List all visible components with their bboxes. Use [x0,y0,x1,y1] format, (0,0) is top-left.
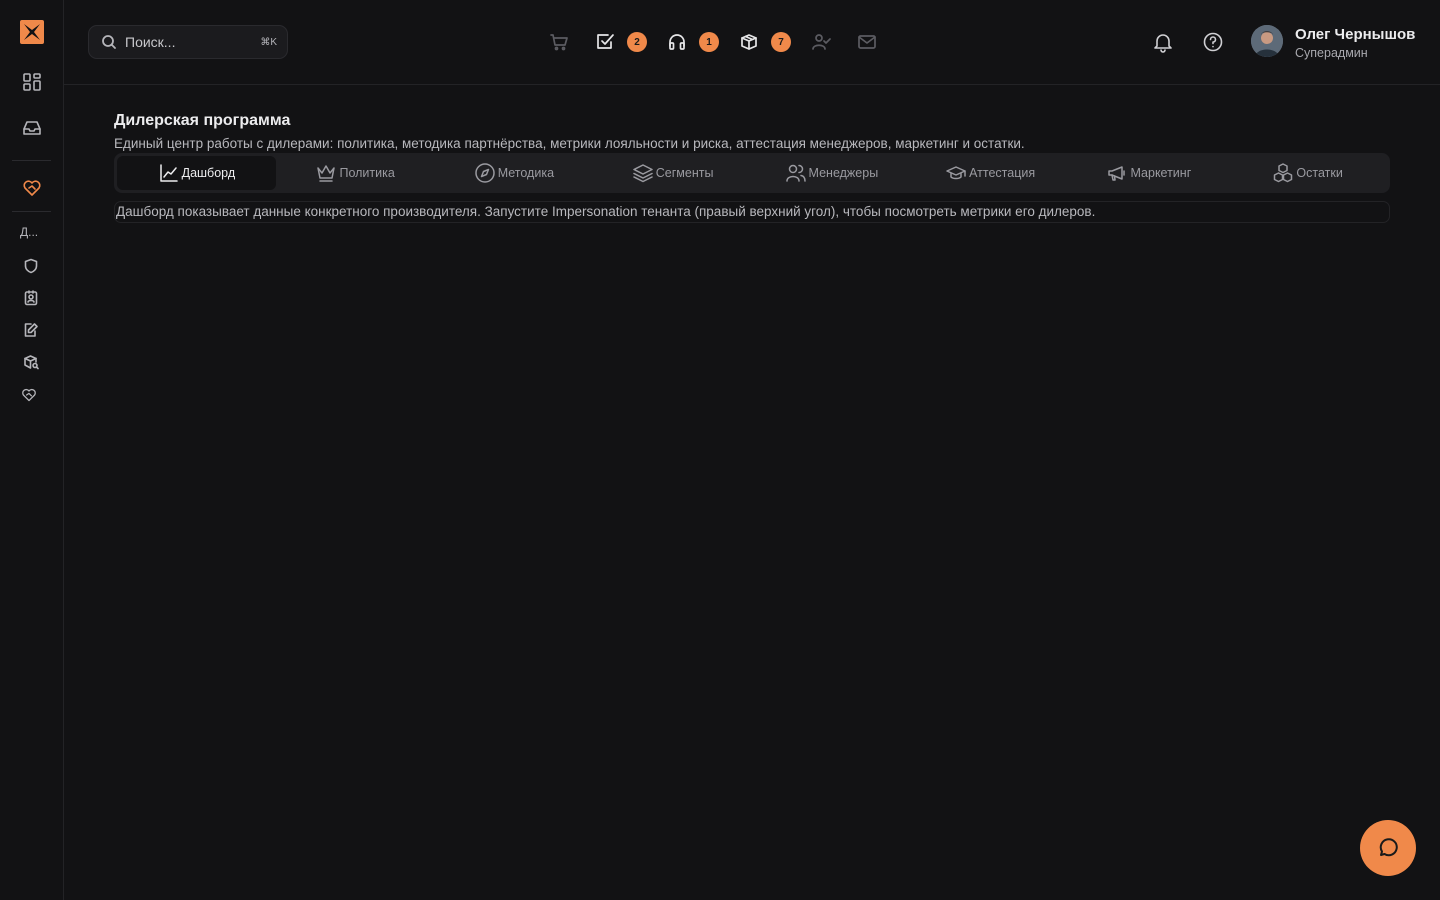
tab-marketing[interactable]: Маркетинг [1070,156,1229,190]
tab-managers[interactable]: Менеджеры [752,156,911,190]
headphones-icon [669,34,685,50]
mail-button[interactable] [854,29,880,55]
page-subtitle: Единый центр работы с дилерами: политика… [114,136,1025,151]
mail-icon [858,35,876,49]
tab-stock[interactable]: Остатки [1228,156,1387,190]
tab-label: Методика [497,166,555,180]
tab-label: Политика [339,166,395,180]
packages-badge: 7 [771,32,791,52]
sidebar-item-dashboard[interactable] [0,68,63,96]
bell-icon [1154,34,1172,53]
crown-icon [317,165,336,182]
boxes-icon [1274,163,1293,183]
tab-label: Остатки [1296,166,1343,180]
sidebar: Д... [0,0,64,900]
shield-icon [24,258,38,274]
sidebar-subitem-dealer-program[interactable] [0,385,58,405]
contact-badge-icon [24,290,38,306]
help-button[interactable] [1200,29,1226,55]
tabs-bar: Дашборд Политика Методика Сегменты Менед… [114,153,1390,193]
avatar[interactable] [1251,25,1283,57]
checkbox-icon [597,34,614,49]
inbox-icon [22,121,41,135]
help-circle-icon [1203,32,1223,52]
line-chart-icon [159,164,178,182]
tab-label: Аттестация [969,166,1036,180]
compass-icon [474,163,495,183]
user-check-button[interactable] [808,29,834,55]
tab-methodology[interactable]: Методика [435,156,594,190]
users-icon [785,164,806,182]
tab-label: Маркетинг [1130,166,1192,180]
tasks-button[interactable] [592,29,618,55]
package-icon [741,34,757,50]
graduation-cap-icon [946,166,966,180]
handshake-heart-icon [22,180,41,196]
sidebar-item-inbox[interactable] [0,114,63,142]
sidebar-section-label: Д... [20,225,39,239]
tab-policy[interactable]: Политика [276,156,435,190]
grid-icon [22,73,41,91]
search-icon [102,35,116,49]
tab-dashboard[interactable]: Дашборд [117,156,276,190]
cart-button[interactable] [546,29,572,55]
layers-icon [633,164,653,183]
packages-button[interactable] [736,29,762,55]
dashboard-info-notice: Дашборд показывает данные конкретного пр… [114,201,1390,223]
brand-logo-icon[interactable] [0,16,63,48]
tab-label: Дашборд [181,166,236,180]
search-box[interactable]: ⌘K [88,25,288,59]
megaphone-icon [1108,166,1126,181]
package-search-icon [24,355,39,370]
tab-label: Сегменты [655,166,714,180]
edit-doc-icon [24,323,38,337]
tab-attestation[interactable]: Аттестация [911,156,1070,190]
page-title: Дилерская программа [114,112,291,129]
tab-label: Менеджеры [808,166,879,180]
notifications-button[interactable] [1150,29,1176,55]
message-circle-icon [1379,838,1398,857]
support-button[interactable] [664,29,690,55]
handshake-heart-icon [22,388,36,402]
search-shortcut: ⌘K [260,36,277,48]
top-header: ⌘K 2 1 7 Олег Чернышов Суперадмин [64,0,1440,85]
sidebar-subitem-attestation[interactable] [0,320,62,340]
user-name: Олег Чернышов [1295,26,1416,43]
user-role: Суперадмин [1295,46,1368,60]
user-check-icon [812,34,831,50]
support-badge: 1 [699,32,719,52]
sidebar-subitem-policy[interactable] [0,256,62,276]
cart-icon [550,34,568,51]
chat-button[interactable] [1360,820,1416,876]
tasks-badge: 2 [627,32,647,52]
sidebar-subitem-managers[interactable] [0,288,62,308]
sidebar-item-dealer-program[interactable] [0,174,63,202]
tab-segments[interactable]: Сегменты [593,156,752,190]
sidebar-subitem-stock[interactable] [0,352,62,372]
search-input[interactable] [125,34,261,50]
